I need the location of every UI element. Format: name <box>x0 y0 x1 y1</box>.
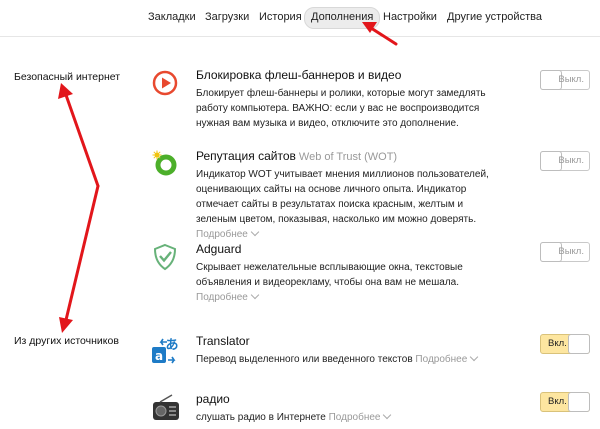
chevron-down-icon <box>383 410 392 420</box>
addon-toggle[interactable]: Вкл. <box>540 334 590 354</box>
toggle-label: Выкл. <box>558 246 584 257</box>
toggle-label: Вкл. <box>548 338 567 349</box>
tab-bookmarks[interactable]: Закладки <box>142 7 202 27</box>
addon-description: Блокирует флеш-баннеры и ролики, которые… <box>196 88 486 129</box>
tab-other-devices[interactable]: Другие устройства <box>441 7 548 27</box>
toggle-label: Выкл. <box>558 74 584 85</box>
section-label-safe-internet: Безопасный интернет <box>14 71 121 83</box>
addon-title: Блокировка флеш-баннеров и видео <box>196 68 402 82</box>
addon-toggle[interactable]: Вкл. <box>540 392 590 412</box>
addon-description: Индикатор WOT учитывает мнения миллионов… <box>196 167 506 242</box>
chevron-down-icon <box>250 290 260 300</box>
arrow-to-other-sources <box>64 184 100 322</box>
more-link-text: Подробнее <box>415 354 468 365</box>
more-link-text: Подробнее <box>328 412 381 423</box>
addon-description-text: Перевод выделенного или введенного текст… <box>196 354 413 365</box>
chevron-down-icon <box>470 352 479 362</box>
arrow-head-safe-internet <box>58 83 73 99</box>
toggle-label: Вкл. <box>548 396 567 407</box>
more-link-text: Подробнее <box>196 229 248 240</box>
tab-history[interactable]: История <box>253 7 308 27</box>
addon-title: Adguard <box>196 242 242 256</box>
svg-text:a: a <box>155 349 163 363</box>
more-link[interactable]: Подробнее <box>415 352 479 365</box>
tab-downloads[interactable]: Загрузки <box>199 7 255 27</box>
addon-toggle[interactable]: Выкл. <box>540 242 590 262</box>
addon-title: Репутация сайтов Web of Trust (WOT) <box>196 149 397 163</box>
top-navigation: Закладки Загрузки История Дополнения Нас… <box>0 0 600 37</box>
addon-subtitle: Web of Trust (WOT) <box>298 151 398 163</box>
radio-icon <box>150 392 180 422</box>
addon-description: Скрывает нежелательные всплывающие окна,… <box>196 260 506 305</box>
addon-description: Перевод выделенного или введенного текст… <box>196 352 506 367</box>
toggle-knob <box>568 392 590 412</box>
addon-description: слушать радио в Интернете Подробнее <box>196 410 506 425</box>
translate-icon: a あ <box>150 334 180 364</box>
addon-description-text: Скрывает нежелательные всплывающие окна,… <box>196 262 463 288</box>
addon-description-text: Индикатор WOT учитывает мнения миллионов… <box>196 169 489 225</box>
addon-title: радио <box>196 392 230 406</box>
tab-settings[interactable]: Настройки <box>377 7 443 27</box>
play-block-icon <box>150 68 180 98</box>
addon-title: Translator <box>196 334 250 348</box>
more-link-text: Подробнее <box>196 292 248 303</box>
addon-toggle[interactable]: Выкл. <box>540 151 590 171</box>
addon-description-text: слушать радио в Интернете <box>196 412 326 423</box>
toggle-knob <box>568 334 590 354</box>
svg-text:あ: あ <box>165 338 178 353</box>
arrow-to-safe-internet <box>64 93 100 188</box>
more-link[interactable]: Подробнее <box>196 290 260 303</box>
tab-addons[interactable]: Дополнения <box>304 7 381 29</box>
addon-title-text: Репутация сайтов <box>196 149 296 163</box>
more-link[interactable]: Подробнее <box>196 227 260 240</box>
arrow-head-other-sources <box>59 317 73 333</box>
more-link[interactable]: Подробнее <box>328 410 392 423</box>
shield-icon <box>150 242 180 272</box>
chevron-down-icon <box>250 227 260 237</box>
section-label-other-sources: Из других источников <box>14 335 119 347</box>
addon-toggle[interactable]: Выкл. <box>540 70 590 90</box>
toggle-label: Выкл. <box>558 155 584 166</box>
wot-icon <box>150 149 180 179</box>
